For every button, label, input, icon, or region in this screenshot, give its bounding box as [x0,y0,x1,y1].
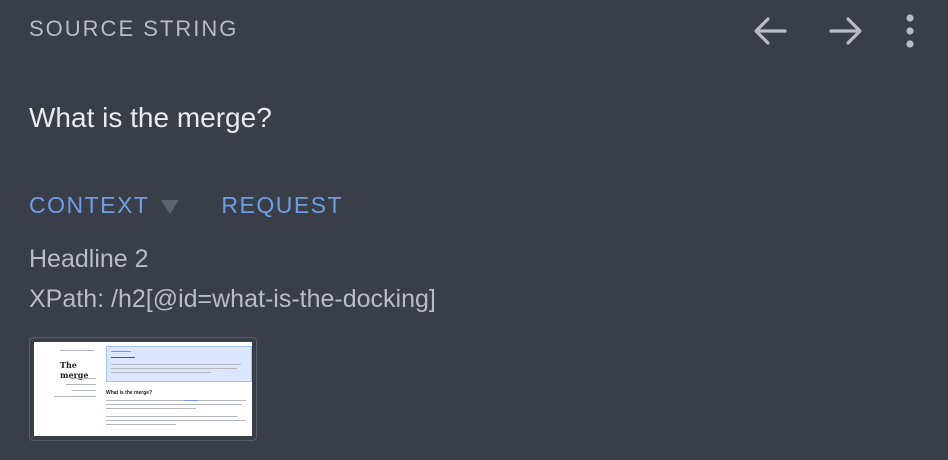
more-vertical-icon [906,14,914,48]
tab-context[interactable]: CONTEXT [29,192,180,219]
source-string-text: What is the merge? [29,102,272,133]
context-xpath: XPath: /h2[@id=what-is-the-docking] [29,285,436,313]
arrow-right-icon [829,17,862,45]
context-element-type: Headline 2 [29,245,149,273]
toolbar [746,10,922,52]
panel-title: SOURCE STRING [29,16,239,41]
tab-request[interactable]: REQUEST [221,192,343,219]
context-screenshot-thumbnail[interactable]: The merge What is the merge? [29,337,257,441]
back-button[interactable] [746,10,794,52]
thumbnail-page-preview: The merge What is the merge? [34,342,252,436]
thumbnail-callout [106,346,252,382]
thumbnail-heading: What is the merge? [106,390,153,396]
tab-bar: CONTEXT REQUEST [29,192,343,219]
thumbnail-page-title: The merge [60,360,89,380]
tab-context-label: CONTEXT [29,192,150,218]
forward-button[interactable] [822,10,870,52]
thumbnail-sidebar: The merge [40,346,100,436]
arrow-left-icon [754,17,787,45]
source-string-panel: SOURCE STRING What is the merge? CONTEXT… [0,0,948,460]
caret-down-icon [161,199,180,214]
more-options-button[interactable] [898,10,922,52]
